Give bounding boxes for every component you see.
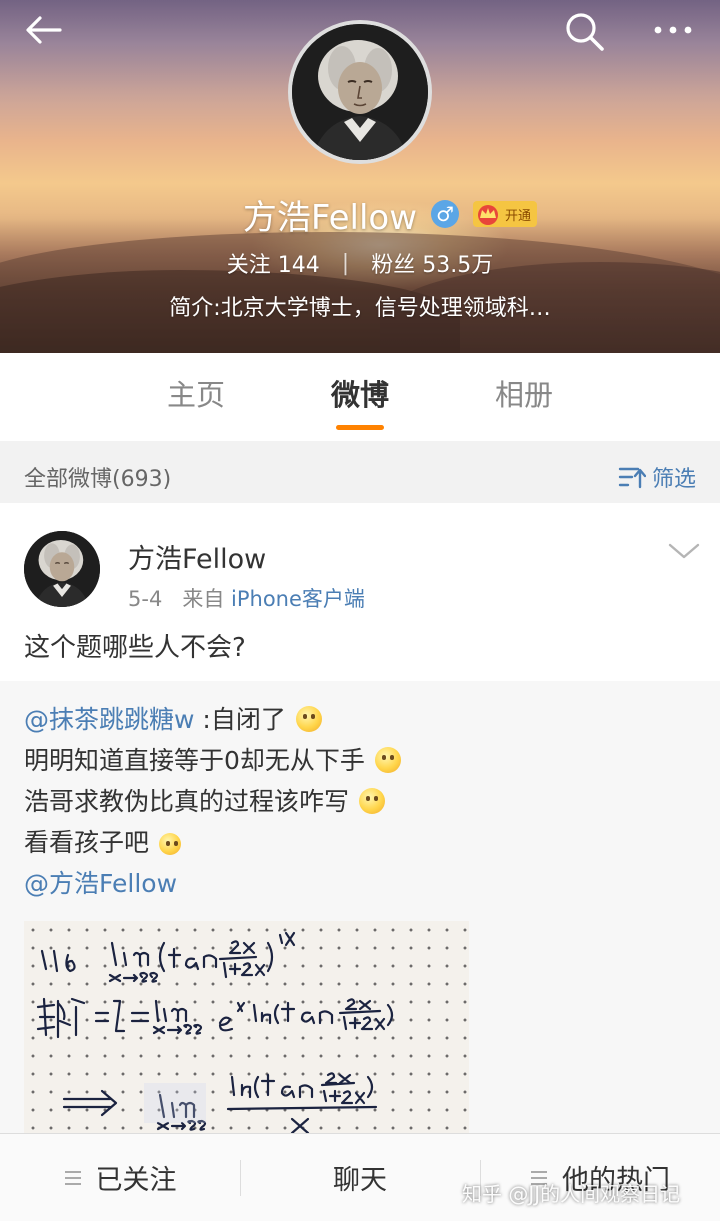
post-author-avatar[interactable] — [24, 531, 100, 607]
repost-line-4: 看看孩子吧 — [24, 822, 704, 863]
crown-icon — [478, 205, 499, 225]
chat-label: 聊天 — [333, 1165, 387, 1196]
following-label: 关注 — [226, 253, 271, 278]
repost-line-1-text: :自闭了 — [202, 705, 286, 734]
followers-count: 53.5万 — [422, 253, 494, 278]
menu-lines-icon — [64, 1170, 81, 1185]
arrow-left-icon — [26, 16, 62, 44]
chat-button[interactable]: 聊天 — [240, 1134, 480, 1221]
back-button[interactable] — [20, 8, 68, 56]
post-source[interactable]: iPhone客户端 — [231, 587, 365, 611]
repost-block[interactable]: @抹茶跳跳糖w :自闭了 明明知道直接等于0却无从下手 浩哥求教伪比真的过程该咋… — [0, 681, 720, 1141]
tab-weibo[interactable]: 微博 — [278, 353, 442, 441]
stats-divider: | — [341, 250, 350, 276]
repost-line-5: @方浩Fellow — [24, 863, 704, 904]
portrait-image — [24, 531, 100, 607]
search-icon — [566, 13, 604, 51]
post-card[interactable]: 方浩Fellow 5-4 来自 iPhone客户端 这个题哪些人不会? @抹茶跳… — [0, 503, 720, 1141]
profile-avatar[interactable] — [288, 20, 432, 164]
filter-label: 筛选 — [651, 467, 696, 492]
post-text: 这个题哪些人不会? — [24, 633, 246, 663]
zhihu-watermark: 知乎 @JJ的人间观察日记 — [462, 1182, 681, 1206]
vip-open-badge[interactable]: 开通 — [473, 201, 538, 227]
repost-line-3-text: 浩哥求教伪比真的过程该咋写 — [24, 787, 350, 816]
confused-emoji-icon — [358, 788, 385, 814]
tab-album[interactable]: 相册 — [442, 353, 606, 441]
bottom-action-bar: 已关注 聊天 他的热门 — [0, 1133, 720, 1221]
post-options-button[interactable] — [662, 533, 706, 569]
following-stat[interactable]: 关注 144 — [227, 247, 320, 279]
followers-stat[interactable]: 粉丝 53.5万 — [371, 247, 493, 279]
filter-icon — [618, 467, 646, 489]
filter-button[interactable]: 筛选 — [618, 461, 696, 493]
vip-label: 开通 — [505, 208, 532, 224]
smile-emoji-icon — [374, 747, 401, 773]
chevron-down-icon — [668, 543, 700, 559]
profile-name: 方浩Fellow — [242, 197, 418, 238]
filter-bar: 全部微博(693) 筛选 — [0, 453, 720, 501]
handwritten-math — [36, 931, 394, 1135]
more-button[interactable] — [648, 8, 696, 56]
post-source-prefix: 来自 — [182, 587, 225, 611]
post-meta: 5-4 来自 iPhone客户端 — [128, 583, 365, 613]
profile-stats: 关注 144 | 粉丝 53.5万 — [0, 246, 720, 280]
following-count: 144 — [277, 253, 320, 278]
profile-bio[interactable]: 简介:北京大学博士，信号处理领域科… — [0, 290, 720, 324]
post-author-name[interactable]: 方浩Fellow — [128, 537, 266, 576]
tab-home[interactable]: 主页 — [114, 353, 278, 441]
repost-line-2-text: 明明知道直接等于0却无从下手 — [24, 746, 365, 775]
more-horizontal-icon — [654, 26, 692, 34]
followed-button[interactable]: 已关注 — [0, 1134, 240, 1221]
repost-line-3: 浩哥求教伪比真的过程该咋写 — [24, 781, 704, 822]
kneeling-emoji-icon — [158, 833, 181, 855]
mention-author-link[interactable]: @方浩Fellow — [24, 869, 177, 898]
followers-label: 粉丝 — [371, 253, 416, 278]
repost-text: @抹茶跳跳糖w :自闭了 明明知道直接等于0却无从下手 浩哥求教伪比真的过程该咋… — [24, 699, 704, 904]
post-date: 5-4 — [128, 587, 163, 611]
portrait-image — [292, 24, 428, 160]
mention-link[interactable]: @抹茶跳跳糖w — [24, 705, 194, 734]
male-gender-icon: ♂ — [431, 200, 460, 228]
repost-line-2: 明明知道直接等于0却无从下手 — [24, 740, 704, 781]
profile-name-row: 方浩Fellow ♂ 开通 — [0, 192, 720, 238]
handwritten-math-image[interactable] — [24, 921, 469, 1141]
repost-line-4-text: 看看孩子吧 — [24, 828, 150, 857]
repost-line-1: @抹茶跳跳糖w :自闭了 — [24, 699, 704, 740]
all-posts-count[interactable]: 全部微博(693) — [24, 461, 171, 493]
followed-label: 已关注 — [95, 1165, 177, 1196]
profile-tabs: 主页 微博 相册 — [0, 353, 720, 441]
smile-emoji-icon — [295, 706, 322, 732]
search-button[interactable] — [560, 8, 608, 56]
